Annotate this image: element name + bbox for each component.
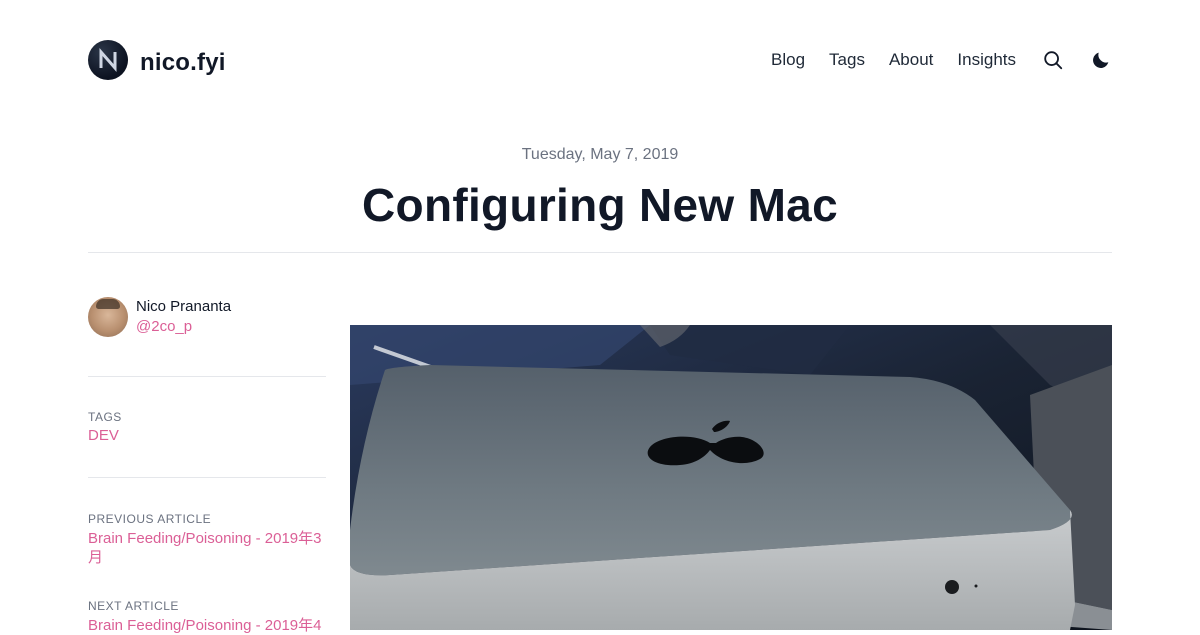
- next-article-link[interactable]: Brain Feeding/Poisoning - 2019年4: [88, 616, 326, 635]
- site-header: nico.fyi Blog Tags About Insights: [88, 40, 1112, 80]
- nav-insights[interactable]: Insights: [957, 50, 1016, 70]
- tag-link-dev[interactable]: DEV: [88, 426, 326, 445]
- n-monogram-icon: [88, 40, 128, 80]
- divider: [88, 252, 1112, 253]
- avatar: [88, 297, 128, 337]
- next-article-label: NEXT ARTICLE: [88, 599, 179, 613]
- tags-label: TAGS: [88, 410, 122, 424]
- sidebar-divider: [88, 477, 326, 478]
- home-link[interactable]: nico.fyi: [88, 40, 226, 80]
- nav-about[interactable]: About: [889, 50, 933, 70]
- site-name: nico.fyi: [140, 49, 226, 76]
- post-title: Configuring New Mac: [362, 179, 838, 231]
- nav-blog[interactable]: Blog: [771, 50, 805, 70]
- tags-section: TAGS DEV: [88, 410, 326, 445]
- moon-icon[interactable]: [1090, 49, 1112, 71]
- previous-article-label: PREVIOUS ARTICLE: [88, 512, 212, 526]
- post-date: Tuesday, May 7, 2019: [521, 146, 679, 163]
- sidebar-divider: [88, 376, 326, 377]
- author-handle-link[interactable]: @2co_p: [136, 318, 192, 335]
- post-header: Tuesday, May 7, 2019 Configuring New Mac: [88, 140, 1112, 232]
- previous-article-link[interactable]: Brain Feeding/Poisoning - 2019年3月: [88, 529, 326, 567]
- author-card: Nico Prananta @2co_p: [88, 296, 326, 338]
- post-cover-image: [350, 325, 1112, 630]
- post-sidebar: Nico Prananta @2co_p TAGS DEV PREVIOUS A…: [88, 296, 326, 635]
- nav-tags[interactable]: Tags: [829, 50, 865, 70]
- search-icon[interactable]: [1042, 49, 1064, 71]
- main-nav: Blog Tags About Insights: [747, 49, 1112, 71]
- author-name: Nico Prananta: [136, 298, 232, 315]
- previous-article-section: PREVIOUS ARTICLE Brain Feeding/Poisoning…: [88, 512, 326, 567]
